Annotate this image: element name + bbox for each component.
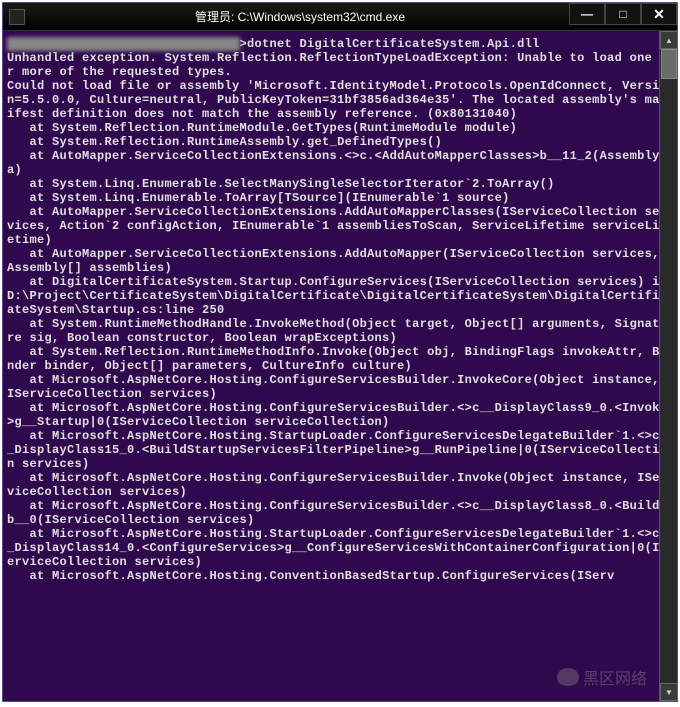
terminal-body[interactable]: I XXXXXXXXXXXXXXXXXXXXXXXXXXXXX>dotnet D… bbox=[3, 31, 677, 701]
terminal-output: I XXXXXXXXXXXXXXXXXXXXXXXXXXXXX>dotnet D… bbox=[7, 37, 673, 583]
maximize-button[interactable]: □ bbox=[605, 3, 641, 25]
vertical-scrollbar[interactable]: ▲ ▼ bbox=[659, 31, 677, 701]
scroll-down-button[interactable]: ▼ bbox=[660, 683, 678, 701]
titlebar[interactable]: 管理员: C:\Windows\system32\cmd.exe — □ ✕ bbox=[3, 3, 677, 31]
scroll-thumb[interactable] bbox=[661, 49, 677, 79]
watermark-icon bbox=[557, 668, 579, 686]
cmd-window: 管理员: C:\Windows\system32\cmd.exe — □ ✕ I… bbox=[2, 2, 678, 702]
window-title: 管理员: C:\Windows\system32\cmd.exe bbox=[31, 8, 569, 25]
window-controls: — □ ✕ bbox=[569, 3, 677, 30]
minimize-button[interactable]: — bbox=[569, 3, 605, 25]
close-button[interactable]: ✕ bbox=[641, 3, 677, 25]
watermark-text: 黑区网络 bbox=[583, 665, 647, 689]
redacted-path: I XXXXXXXXXXXXXXXXXXXXXXXXXXXXX bbox=[7, 37, 240, 51]
scroll-up-button[interactable]: ▲ bbox=[660, 31, 678, 49]
app-icon bbox=[9, 9, 25, 25]
watermark: 黑区网络 bbox=[557, 665, 647, 689]
